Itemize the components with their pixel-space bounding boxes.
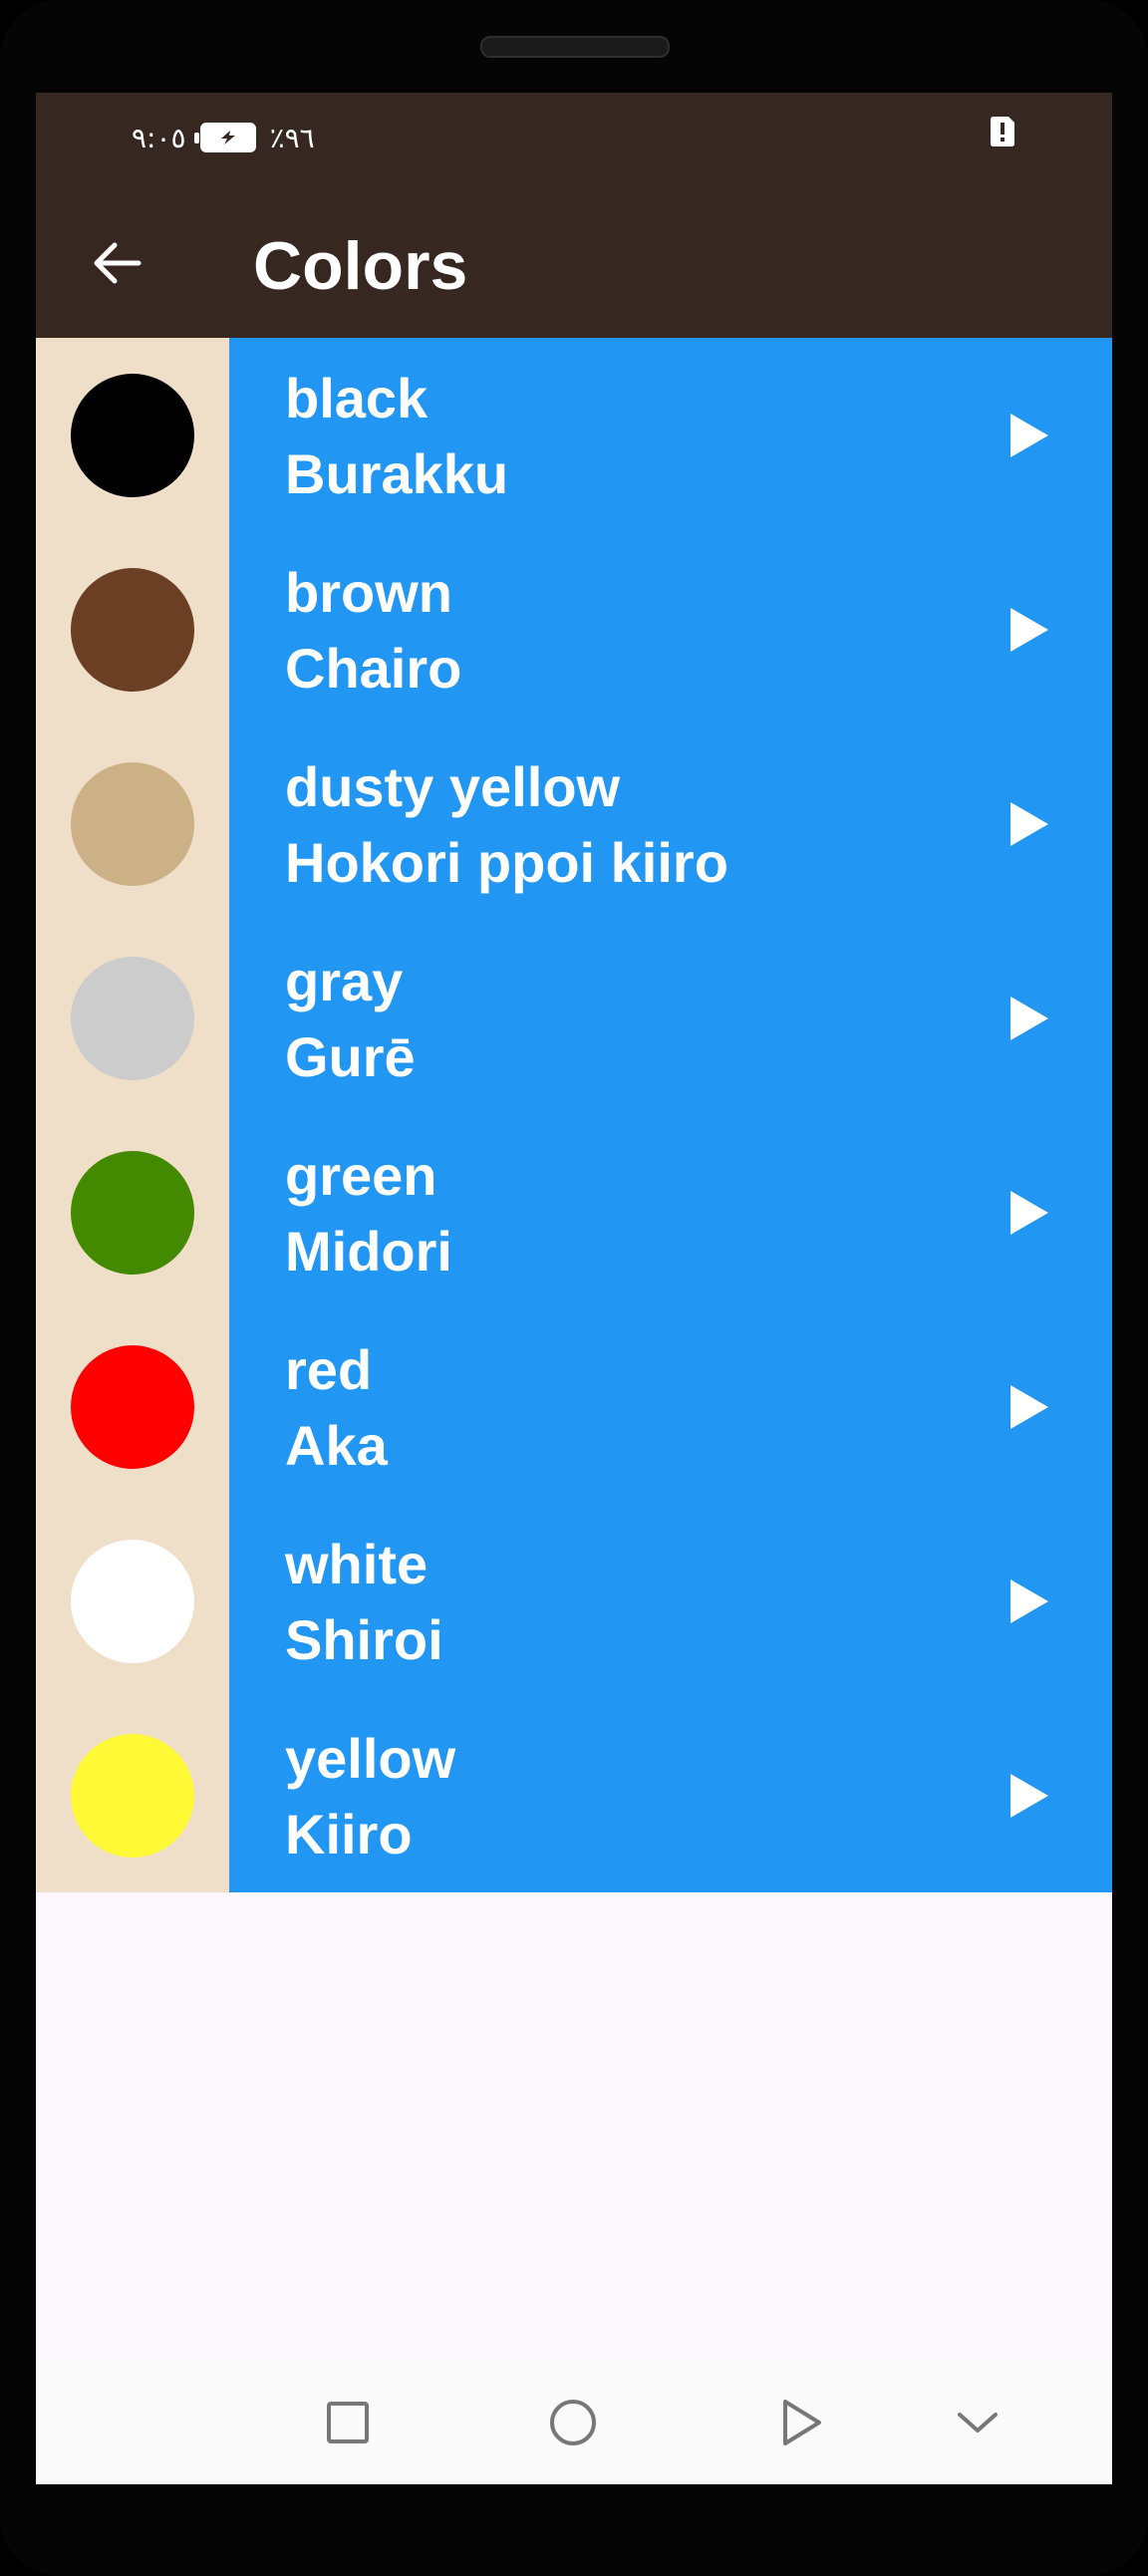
color-swatch — [71, 1344, 194, 1469]
english-word: green — [285, 1144, 437, 1207]
play-icon[interactable] — [999, 1379, 1054, 1435]
english-word: white — [285, 1533, 429, 1595]
swatch-cell — [36, 726, 229, 921]
screen: ٩:٠٥ ٪٩٦ Colors black Burakku brown Chairo d… — [36, 93, 1112, 2484]
color-list-item[interactable]: white Shiroi — [36, 1504, 1112, 1698]
color-list: black Burakku brown Chairo dusty yellow Hokor… — [36, 338, 1112, 1892]
color-list-item[interactable]: yellow Kiiro — [36, 1698, 1112, 1892]
word-cell: yellow Kiiro — [229, 1698, 1112, 1892]
word-cell: dusty yellow Hokori ppoi kiiro — [229, 726, 1112, 921]
play-icon[interactable] — [999, 991, 1054, 1046]
swatch-cell — [36, 921, 229, 1115]
battery-percent: ٪٩٦ — [269, 121, 315, 154]
phone-frame: ٩:٠٥ ٪٩٦ Colors black Burakku brown Chairo d… — [0, 0, 1148, 2576]
play-icon[interactable] — [999, 1574, 1054, 1629]
color-swatch — [71, 1733, 194, 1858]
swatch-cell — [36, 1698, 229, 1892]
color-list-item[interactable]: red Aka — [36, 1309, 1112, 1504]
square-icon[interactable] — [318, 2393, 378, 2452]
swatch-cell — [36, 1504, 229, 1698]
color-list-item[interactable]: brown Chairo — [36, 532, 1112, 726]
navigation-bar — [36, 2361, 1112, 2484]
play-icon[interactable] — [999, 408, 1054, 463]
color-swatch — [71, 373, 194, 497]
swatch-cell — [36, 1309, 229, 1504]
word-cell: black Burakku — [229, 338, 1112, 532]
japanese-word: Hokori ppoi kiiro — [285, 831, 728, 894]
triangle-icon[interactable] — [771, 2393, 831, 2452]
japanese-word: Chairo — [285, 637, 462, 700]
color-list-item[interactable]: dusty yellow Hokori ppoi kiiro — [36, 726, 1112, 921]
english-word: gray — [285, 950, 404, 1012]
word-cell: brown Chairo — [229, 532, 1112, 726]
swatch-cell — [36, 338, 229, 532]
word-cell: green Midori — [229, 1115, 1112, 1309]
japanese-word: Gurē — [285, 1025, 416, 1088]
circle-icon[interactable] — [543, 2393, 603, 2452]
english-word: yellow — [285, 1727, 456, 1790]
status-bar: ٩:٠٥ ٪٩٦ — [36, 93, 1112, 192]
status-left: ٩:٠٥ ٪٩٦ — [132, 113, 315, 162]
earpiece-speaker — [480, 36, 670, 58]
battery-icon — [193, 123, 256, 152]
color-swatch — [71, 956, 194, 1080]
english-word: brown — [285, 561, 452, 624]
arrow-left-icon — [94, 242, 142, 284]
word-cell: gray Gurē — [229, 921, 1112, 1115]
japanese-word: Aka — [285, 1414, 388, 1477]
play-icon[interactable] — [999, 1768, 1054, 1824]
app-bar: Colors — [36, 192, 1112, 338]
color-swatch — [71, 567, 194, 692]
word-cell: red Aka — [229, 1309, 1112, 1504]
sim-alert-icon — [991, 117, 1014, 146]
japanese-word: Kiiro — [285, 1803, 413, 1865]
english-word: black — [285, 367, 429, 429]
color-list-item[interactable]: green Midori — [36, 1115, 1112, 1309]
japanese-word: Shiroi — [285, 1608, 443, 1671]
color-swatch — [71, 1150, 194, 1275]
color-list-item[interactable]: black Burakku — [36, 338, 1112, 532]
swatch-cell — [36, 532, 229, 726]
color-swatch — [71, 761, 194, 886]
color-swatch — [71, 1539, 194, 1663]
chevron-down-icon[interactable] — [948, 2393, 1007, 2452]
japanese-word: Burakku — [285, 442, 509, 505]
japanese-word: Midori — [285, 1220, 452, 1283]
swatch-cell — [36, 1115, 229, 1309]
play-icon[interactable] — [999, 1185, 1054, 1241]
play-icon[interactable] — [999, 796, 1054, 852]
color-list-item[interactable]: gray Gurē — [36, 921, 1112, 1115]
back-button[interactable] — [82, 228, 151, 298]
word-cell: white Shiroi — [229, 1504, 1112, 1698]
page-title: Colors — [253, 228, 468, 304]
english-word: red — [285, 1338, 373, 1401]
english-word: dusty yellow — [285, 755, 621, 818]
status-time: ٩:٠٥ — [132, 121, 186, 154]
play-icon[interactable] — [999, 602, 1054, 658]
